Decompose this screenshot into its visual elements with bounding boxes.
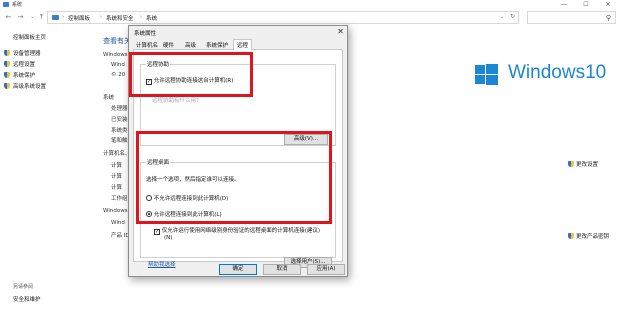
bg-text: 计算 (111, 163, 123, 169)
bg-text: 系统 (103, 95, 115, 101)
nav-remote-settings[interactable]: 远程设置 (4, 60, 35, 68)
apply-button[interactable]: 应用(A) (307, 264, 345, 275)
control-panel-icon (52, 15, 59, 20)
breadcrumb-system-security[interactable]: 系统和安全 (106, 14, 134, 22)
nav-label: 设备管理器 (13, 51, 41, 57)
address-dropdown-icon[interactable]: ⌄ (500, 14, 504, 20)
change-settings-link[interactable]: 更改设置 (568, 160, 598, 168)
checkbox-checked-icon: ✓ (154, 229, 160, 235)
highlight-remote-assistance (129, 52, 253, 97)
breadcrumb-separator: › (140, 14, 142, 20)
bg-text: Windows (103, 208, 128, 214)
bg-text: Wind (111, 62, 125, 68)
search-input[interactable]: ⚲ (527, 11, 616, 24)
address-bar[interactable]: › 控制面板 › 系统和安全 › 系统 ⌄ ↻ (47, 11, 519, 24)
remote-assistance-help-link[interactable]: 远程协助有什么用? (152, 96, 199, 104)
highlight-remote-desktop (136, 131, 332, 224)
bg-text: 处理器 (111, 106, 128, 112)
see-also-heading: 另请参阅 (13, 284, 34, 290)
nla-checkbox-shortcut: (N) (164, 235, 173, 241)
bg-text: 笔和触 (111, 138, 128, 144)
shield-icon (4, 50, 10, 56)
tab-hardware[interactable]: 硬件 (163, 41, 174, 49)
checkbox-label: 仅允许运行使用网络级别身份验证的远程桌面的计算机连接(建议) (161, 228, 321, 234)
nav-label: 远程设置 (13, 62, 36, 68)
nav-device-manager[interactable]: 设备管理器 (4, 49, 41, 57)
breadcrumb-control-panel[interactable]: 控制面板 (68, 14, 90, 22)
recent-dropdown-icon[interactable]: ⌄ (28, 13, 37, 22)
link-label: 更改设置 (576, 162, 599, 168)
change-product-key-link[interactable]: 更改产品密钥 (568, 232, 609, 240)
tab-strip: 计算机名 硬件 高级 系统保护 远程 (133, 39, 343, 51)
bg-text: © 20 (111, 72, 126, 78)
cancel-button[interactable]: 取消 (263, 264, 301, 275)
tab-system-protection[interactable]: 系统保护 (206, 41, 228, 49)
nav-label: 高级系统设置 (13, 84, 47, 90)
windows-logo-icon (475, 64, 498, 86)
shield-icon (4, 83, 10, 89)
shield-icon (4, 61, 10, 67)
back-icon[interactable]: ← (4, 13, 13, 22)
title-bar: 系统 — ☐ ✕ (0, 0, 620, 9)
logo-word: Windows (508, 62, 586, 83)
shield-icon (568, 233, 574, 239)
bg-text: Wind (111, 220, 125, 226)
system-icon (3, 2, 9, 7)
bg-text: Windows (103, 52, 128, 58)
nav-label: 系统保护 (13, 73, 36, 79)
system-window: 系统 — ☐ ✕ ← → ⌄ ↑ › 控制面板 › 系统和安全 › 系统 ⌄ ↻… (0, 0, 620, 309)
logo-number: 10 (585, 62, 607, 83)
bg-text: 产品 ID (111, 233, 130, 239)
page-heading: 查看有关 (103, 37, 131, 45)
minimize-button[interactable]: — (554, 0, 574, 9)
maximize-button[interactable]: ☐ (576, 0, 596, 9)
bg-text: 已安装 (111, 117, 128, 123)
breadcrumb-system[interactable]: 系统 (146, 14, 157, 22)
link-label: 更改产品密钥 (576, 234, 610, 240)
refresh-icon[interactable]: ↻ (510, 13, 515, 20)
nav-system-protection[interactable]: 系统保护 (4, 71, 35, 79)
breadcrumb-separator: › (62, 14, 64, 20)
dialog-title: 系统属性 (134, 31, 157, 37)
ok-button[interactable]: 确定 (219, 264, 257, 275)
bg-text: 计算机名、 (103, 151, 131, 157)
security-maintenance-link[interactable]: 安全和维护 (13, 295, 41, 303)
shield-icon (4, 72, 10, 78)
bg-text: 系统类 (111, 128, 128, 134)
close-button[interactable]: ✕ (598, 0, 618, 9)
bg-text: 计算 (111, 174, 123, 180)
nla-checkbox[interactable]: ✓ 仅允许运行使用网络级别身份验证的远程桌面的计算机连接(建议) (154, 226, 320, 235)
shield-icon (568, 161, 574, 167)
bg-text: 工作组 (111, 196, 128, 202)
windows-10-logo-text: Windows10 (508, 62, 606, 84)
up-icon[interactable]: ↑ (37, 13, 46, 22)
bg-text: 计算 (111, 185, 123, 191)
tab-computer-name[interactable]: 计算机名 (136, 41, 158, 49)
search-icon: ⚲ (605, 14, 611, 22)
dialog-close-button[interactable]: ✕ (337, 27, 344, 36)
nav-advanced-settings[interactable]: 高级系统设置 (4, 82, 46, 90)
forward-icon[interactable]: → (16, 13, 25, 22)
tab-advanced[interactable]: 高级 (185, 41, 196, 49)
help-me-choose-link[interactable]: 帮助我选择 (148, 260, 176, 268)
breadcrumb-separator: › (100, 14, 102, 20)
window-title: 系统 (12, 2, 23, 8)
control-panel-home-link[interactable]: 控制面板主页 (13, 33, 46, 41)
